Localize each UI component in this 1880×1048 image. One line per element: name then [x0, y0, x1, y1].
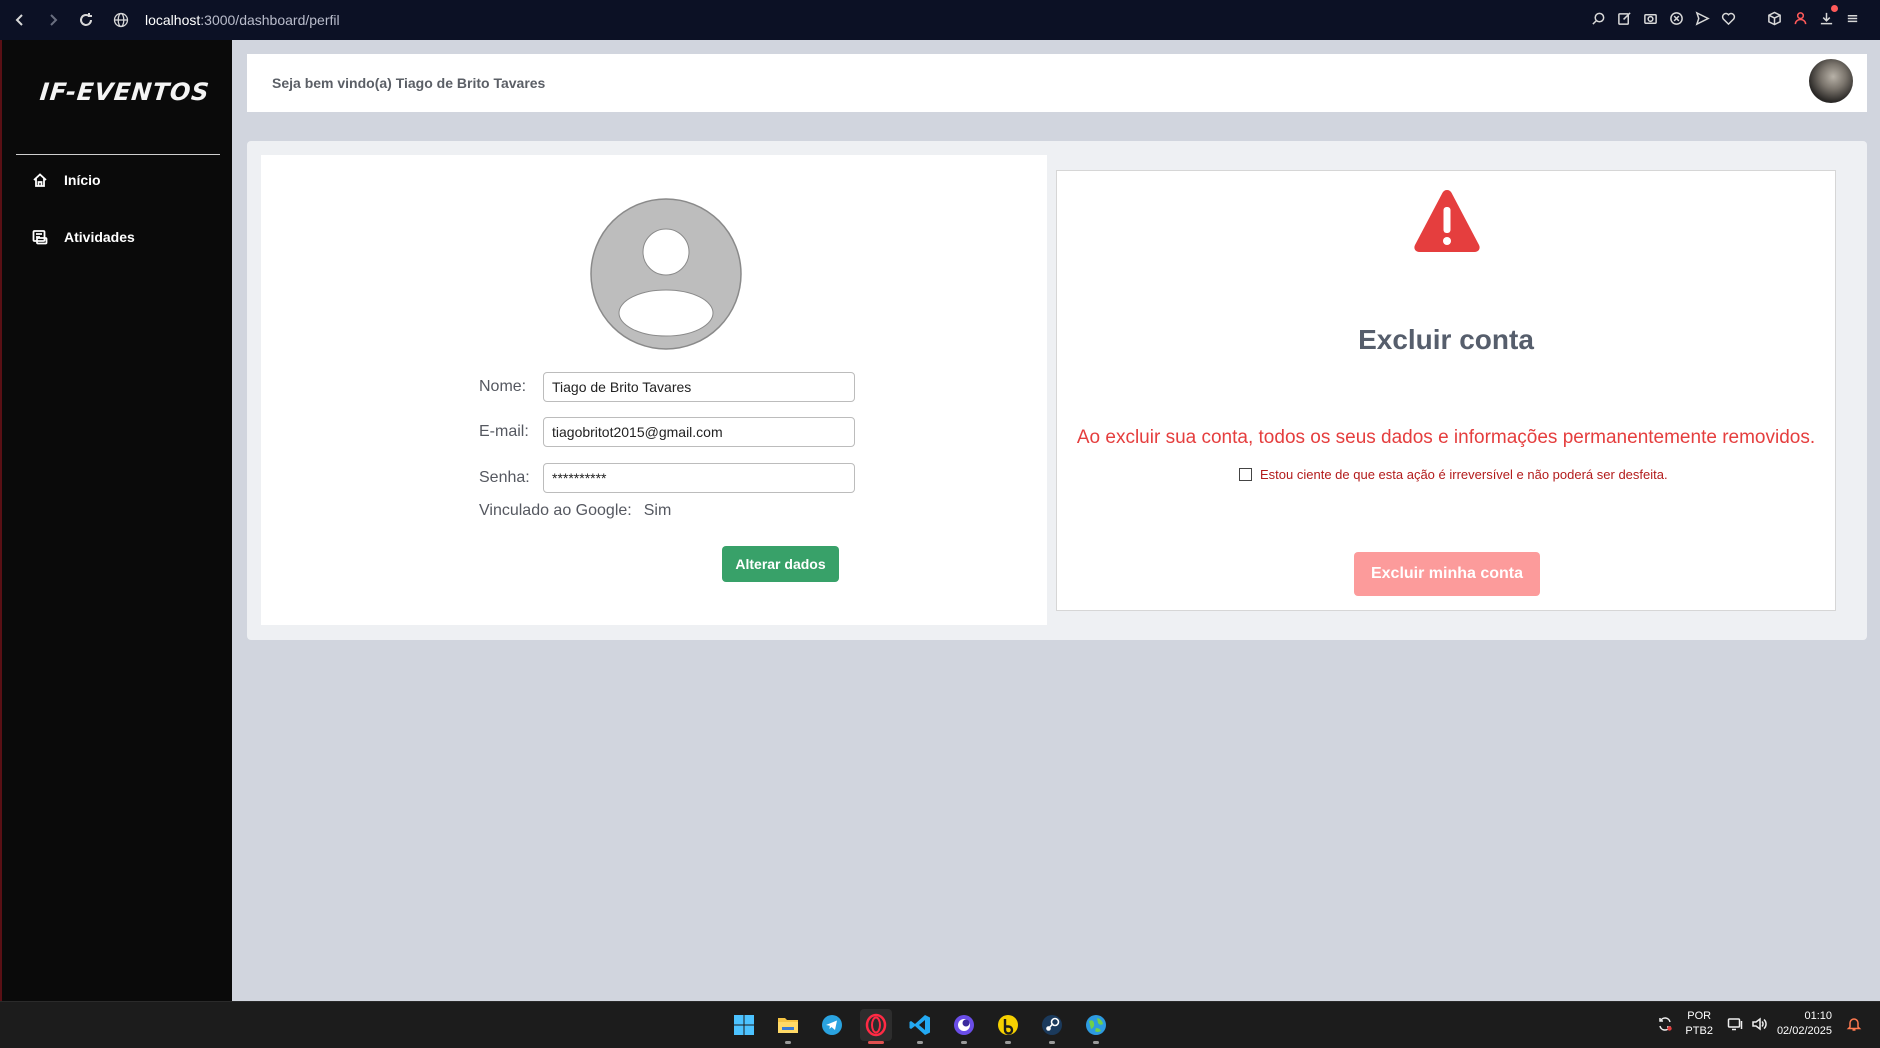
language-indicator[interactable]: POR PTB2 — [1685, 1009, 1713, 1039]
back-button[interactable] — [7, 7, 33, 33]
file-explorer-icon[interactable] — [772, 1009, 804, 1044]
update-profile-button[interactable]: Alterar dados — [722, 546, 839, 582]
profile-icon[interactable] — [1792, 10, 1808, 26]
profile-panel: Nome: E-mail: Senha: Vinculado ao Google… — [247, 141, 1867, 640]
default-avatar-icon — [590, 198, 742, 350]
forward-button[interactable] — [40, 7, 66, 33]
name-label: Nome: — [479, 378, 527, 395]
sidebar-divider — [16, 154, 220, 155]
taskbar-apps — [728, 1009, 1112, 1044]
address-bar[interactable]: localhost:3000/dashboard/perfil — [113, 12, 340, 28]
sidebar-item-label: Atividades — [64, 229, 135, 245]
activities-icon — [32, 230, 48, 245]
google-linked-row: Vinculado ao Google: Sim — [479, 502, 671, 520]
notification-dot — [1831, 5, 1838, 12]
name-row: Nome: — [479, 372, 855, 402]
delete-account-description: Ao excluir sua conta, todos os seus dado… — [1076, 427, 1816, 448]
top-header: Seja bem vindo(a) Tiago de Brito Tavares — [247, 54, 1867, 112]
b-app-icon[interactable] — [992, 1009, 1024, 1044]
chevron-right-icon — [50, 14, 58, 26]
confirm-checkbox[interactable] — [1239, 468, 1252, 481]
vscode-icon[interactable] — [904, 1009, 936, 1044]
password-label: Senha: — [479, 469, 530, 486]
opera-gx-icon[interactable] — [860, 1009, 892, 1044]
profile-card: Nome: E-mail: Senha: Vinculado ao Google… — [261, 155, 1047, 625]
delete-account-title: Excluir conta — [1358, 324, 1534, 355]
reload-button[interactable] — [73, 7, 99, 33]
app-logo[interactable]: IF-EVENTOS — [39, 78, 212, 106]
email-input[interactable] — [543, 417, 855, 447]
windows-taskbar: POR PTB2 01:10 02/02/2025 — [0, 1001, 1880, 1048]
sidebar-item-label: Início — [64, 172, 101, 188]
system-tray: POR PTB2 01:10 02/02/2025 — [1657, 1009, 1862, 1039]
sidebar-item-atividades[interactable]: Atividades — [32, 229, 135, 245]
delete-account-card: Excluir conta Ao excluir sua conta, todo… — [1056, 170, 1836, 611]
clock-time: 01:10 — [1804, 1010, 1832, 1022]
camera-icon[interactable] — [1642, 10, 1658, 26]
network-icon[interactable] — [1727, 1016, 1743, 1032]
sidebar-item-inicio[interactable]: Início — [32, 172, 101, 188]
notification-bell-icon[interactable] — [1846, 1016, 1862, 1032]
chevron-left-icon — [15, 14, 23, 26]
download-icon[interactable] — [1818, 5, 1838, 26]
sidebar: IF-EVENTOS Início Atividades — [0, 40, 232, 1001]
password-input[interactable] — [543, 463, 855, 493]
delete-account-button[interactable]: Excluir minha conta — [1354, 552, 1540, 596]
home-icon — [33, 173, 47, 187]
confirm-checkbox-row[interactable]: Estou ciente de que esta ação é irrevers… — [1239, 467, 1668, 482]
browser-extensions — [1590, 5, 1860, 26]
name-input[interactable] — [543, 372, 855, 402]
volume-icon[interactable] — [1751, 1016, 1767, 1032]
google-linked-label: Vinculado ao Google: — [479, 502, 632, 519]
welcome-message: Seja bem vindo(a) Tiago de Brito Tavares — [272, 75, 546, 91]
user-avatar[interactable] — [1809, 59, 1853, 103]
menu-icon[interactable] — [1844, 10, 1860, 26]
cube-icon[interactable] — [1766, 10, 1782, 26]
email-label: E-mail: — [479, 423, 529, 440]
edit-icon[interactable] — [1616, 10, 1632, 26]
close-circle-icon[interactable] — [1668, 10, 1684, 26]
search-icon[interactable] — [1590, 10, 1606, 26]
windows-start-icon[interactable] — [728, 1009, 760, 1041]
heart-icon[interactable] — [1720, 10, 1736, 26]
telegram-icon[interactable] — [816, 1009, 848, 1041]
password-row: Senha: — [479, 463, 855, 493]
url-path: :3000/dashboard/perfil — [200, 12, 340, 28]
browser-toolbar: localhost:3000/dashboard/perfil — [0, 0, 1880, 40]
url-host: localhost — [145, 12, 201, 28]
language-top: POR — [1687, 1010, 1712, 1022]
email-row: E-mail: — [479, 417, 855, 447]
globe-icon — [113, 12, 129, 28]
reload-icon — [80, 13, 92, 26]
globe-app-icon[interactable] — [1080, 1009, 1112, 1044]
confirm-checkbox-label: Estou ciente de que esta ação é irrevers… — [1260, 467, 1668, 482]
steam-icon[interactable] — [1036, 1009, 1068, 1044]
language-bottom: PTB2 — [1685, 1025, 1713, 1037]
clock-date: 02/02/2025 — [1776, 1025, 1832, 1037]
google-linked-value: Sim — [643, 502, 672, 519]
warning-icon — [1414, 190, 1480, 252]
send-icon[interactable] — [1694, 10, 1710, 26]
browser-app-icon[interactable] — [948, 1009, 980, 1044]
clock[interactable]: 01:10 02/02/2025 — [1777, 1009, 1832, 1039]
sync-icon[interactable] — [1657, 1016, 1673, 1032]
